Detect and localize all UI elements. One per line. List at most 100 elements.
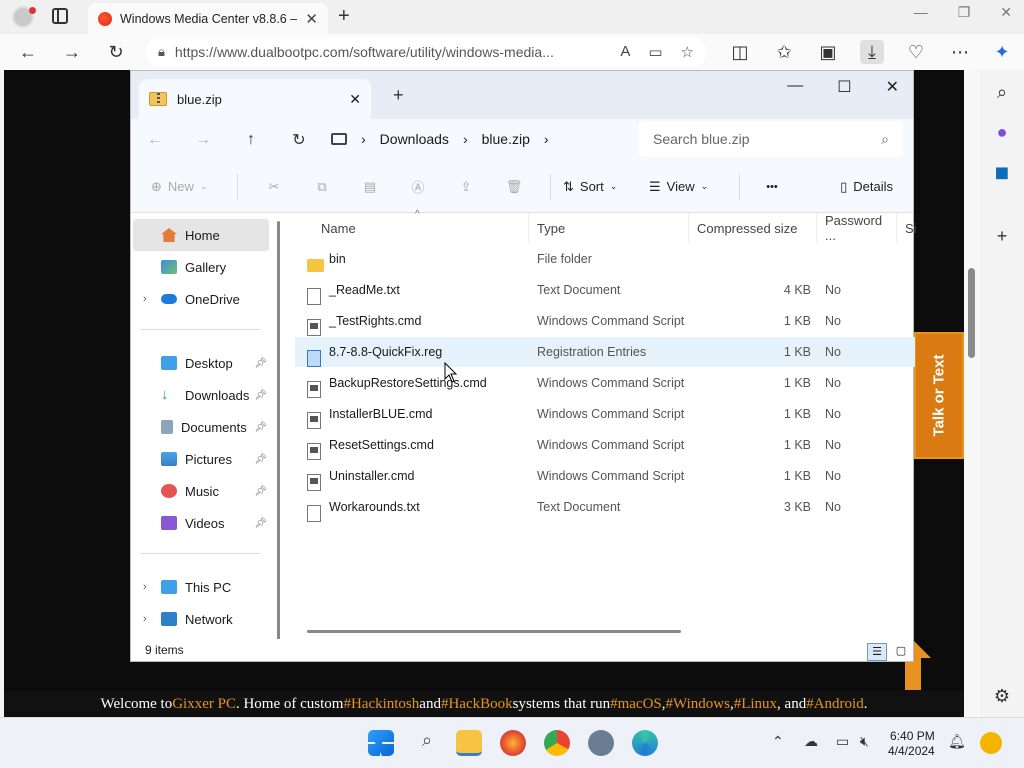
chevron-right-icon[interactable]: ›: [143, 581, 147, 593]
talk-or-text-button[interactable]: Talk or Text: [914, 332, 964, 459]
sidebar-item-desktop[interactable]: Desktop 📌︎: [133, 347, 269, 379]
table-row[interactable]: Workarounds.txt Text Document 3 KB No: [295, 492, 915, 522]
column-header-password[interactable]: Password ...: [817, 213, 897, 243]
this-pc-icon[interactable]: [331, 133, 347, 145]
close-tab-icon[interactable]: ✕: [305, 10, 318, 28]
explorer-new-tab-button[interactable]: +: [393, 85, 404, 106]
address-url[interactable]: https://www.dualbootpc.com/software/util…: [175, 44, 610, 60]
chevron-right-icon[interactable]: ›: [143, 613, 147, 625]
new-tab-button[interactable]: +: [338, 5, 350, 28]
display-tray-icon[interactable]: ▭: [836, 733, 849, 750]
marquee-hashtag[interactable]: #Android: [806, 696, 864, 713]
marquee-hashtag[interactable]: #HackBook: [441, 696, 513, 713]
close-window-icon[interactable]: ✕: [886, 77, 899, 97]
back-button[interactable]: ←: [16, 40, 40, 64]
breadcrumb-item[interactable]: blue.zip: [482, 131, 530, 147]
refresh-button[interactable]: ↻: [104, 40, 128, 64]
new-button[interactable]: ⊕ New ⌄: [151, 179, 225, 195]
close-window-icon[interactable]: ✕: [1000, 4, 1012, 21]
clock[interactable]: 6:40 PM 4/4/2024: [888, 729, 935, 759]
start-button-icon[interactable]: [368, 730, 394, 756]
details-button[interactable]: ▯ Details: [840, 179, 893, 195]
delete-icon[interactable]: 🗑︎: [490, 179, 538, 195]
sidebar-item-onedrive[interactable]: › OneDrive: [133, 283, 269, 315]
forward-button[interactable]: →: [179, 131, 227, 149]
address-bar[interactable]: 🔒︎ https://www.dualbootpc.com/software/u…: [146, 37, 706, 67]
onedrive-tray-icon[interactable]: ☁: [804, 733, 818, 750]
sidebar-item-home[interactable]: Home: [133, 219, 269, 251]
page-scrollbar[interactable]: [964, 70, 980, 717]
maximize-icon[interactable]: ☐: [837, 77, 851, 97]
close-tab-icon[interactable]: ✕: [349, 91, 361, 108]
copilot-icon[interactable]: ✦: [990, 40, 1014, 64]
file-explorer-taskbar-icon[interactable]: [456, 730, 482, 756]
marquee-brand-link[interactable]: Gixxer PC: [172, 696, 236, 713]
table-row[interactable]: BackupRestoreSettings.cmd Windows Command…: [295, 368, 915, 398]
marquee-hashtag[interactable]: #Hackintosh: [343, 696, 419, 713]
taskbar-search-icon[interactable]: ⌕: [414, 730, 440, 756]
page-scroll-thumb[interactable]: [968, 268, 975, 358]
tiles-view-button[interactable]: ▢: [891, 643, 911, 661]
table-row[interactable]: ResetSettings.cmd Windows Command Script 1…: [295, 430, 915, 460]
outlook-icon[interactable]: ◼: [992, 162, 1012, 182]
sidebar-item-this-pc[interactable]: › This PC: [133, 571, 269, 603]
table-row[interactable]: _TestRights.cmd Windows Command Script 1 K…: [295, 306, 915, 336]
sidebar-item-documents[interactable]: Documents 📌︎: [133, 411, 269, 443]
restore-icon[interactable]: ❐: [958, 4, 971, 21]
edge-taskbar-icon[interactable]: [632, 730, 658, 756]
sidebar-item-pictures[interactable]: Pictures 📌︎: [133, 443, 269, 475]
firefox-taskbar-icon[interactable]: [500, 730, 526, 756]
table-row[interactable]: Uninstaller.cmd Windows Command Script 1 K…: [295, 461, 915, 491]
sidebar-item-music[interactable]: Music 📌︎: [133, 475, 269, 507]
sort-button[interactable]: ⇅ Sort ⌄: [563, 179, 639, 195]
search-icon[interactable]: ⌕: [992, 82, 1012, 102]
sidebar-item-network[interactable]: › Network: [133, 603, 269, 635]
up-button[interactable]: ↑: [227, 131, 275, 149]
copilot-app-icon[interactable]: ●: [992, 122, 1012, 142]
column-header-size[interactable]: Si: [897, 213, 917, 243]
collections-icon[interactable]: ▣: [816, 40, 840, 64]
view-button[interactable]: ☰ View ⌄: [649, 179, 727, 195]
favorite-star-icon[interactable]: ☆: [681, 43, 694, 61]
table-row[interactable]: 8.7-8.8-QuickFix.reg Registration Entries…: [295, 337, 915, 367]
forward-button[interactable]: →: [60, 40, 84, 64]
browser-tab-active[interactable]: Windows Media Center v8.8.6 – ✕: [88, 3, 328, 34]
chrome-taskbar-icon[interactable]: [544, 730, 570, 756]
column-header-name[interactable]: Name: [313, 213, 529, 243]
read-aloud-icon[interactable]: A: [620, 43, 630, 61]
settings-taskbar-icon[interactable]: [588, 730, 614, 756]
split-screen-icon[interactable]: ◫: [728, 40, 752, 64]
more-options-button[interactable]: •••: [752, 181, 792, 193]
immersive-reader-icon[interactable]: ▭: [648, 43, 662, 61]
sidebar-item-downloads[interactable]: ↓ Downloads 📌︎: [133, 379, 269, 411]
sidebar-item-gallery[interactable]: Gallery: [133, 251, 269, 283]
minimize-icon[interactable]: —: [787, 77, 803, 97]
column-header-compressed-size[interactable]: Compressed size: [689, 213, 817, 243]
volume-muted-icon[interactable]: 🔇︎: [860, 733, 869, 750]
cut-icon[interactable]: ✂: [250, 179, 298, 195]
search-input[interactable]: Search blue.zip ⌕: [639, 121, 903, 157]
marquee-hashtag[interactable]: #macOS: [610, 696, 662, 713]
copy-icon[interactable]: ⧉: [298, 179, 346, 195]
details-view-button[interactable]: ☰: [867, 643, 887, 661]
explorer-tab-active[interactable]: blue.zip ✕: [139, 79, 371, 119]
minimize-icon[interactable]: —: [914, 4, 928, 21]
downloads-icon[interactable]: ⤓: [860, 40, 884, 64]
rename-icon[interactable]: Ⓐ: [394, 177, 442, 196]
chevron-right-icon[interactable]: ›: [143, 293, 147, 305]
share-icon[interactable]: ⇪: [442, 179, 490, 195]
performance-icon[interactable]: ♡: [904, 40, 928, 64]
table-row[interactable]: bin File folder: [295, 244, 915, 274]
marquee-hashtag[interactable]: #Windows: [666, 696, 730, 713]
settings-gear-icon[interactable]: ⚙: [992, 686, 1012, 706]
refresh-button[interactable]: ↻: [275, 130, 323, 150]
table-row[interactable]: _ReadMe.txt Text Document 4 KB No: [295, 275, 915, 305]
horizontal-scrollbar[interactable]: [307, 630, 681, 633]
breadcrumb-item[interactable]: Downloads: [380, 131, 449, 147]
notification-bell-icon[interactable]: 🔔︎: [948, 733, 966, 750]
sidebar-item-videos[interactable]: Videos 📌︎: [133, 507, 269, 539]
column-header-type[interactable]: Type: [529, 213, 689, 243]
copilot-preview-icon[interactable]: [980, 732, 1002, 754]
tab-actions-icon[interactable]: [52, 8, 68, 24]
paste-icon[interactable]: ▤: [346, 179, 394, 195]
